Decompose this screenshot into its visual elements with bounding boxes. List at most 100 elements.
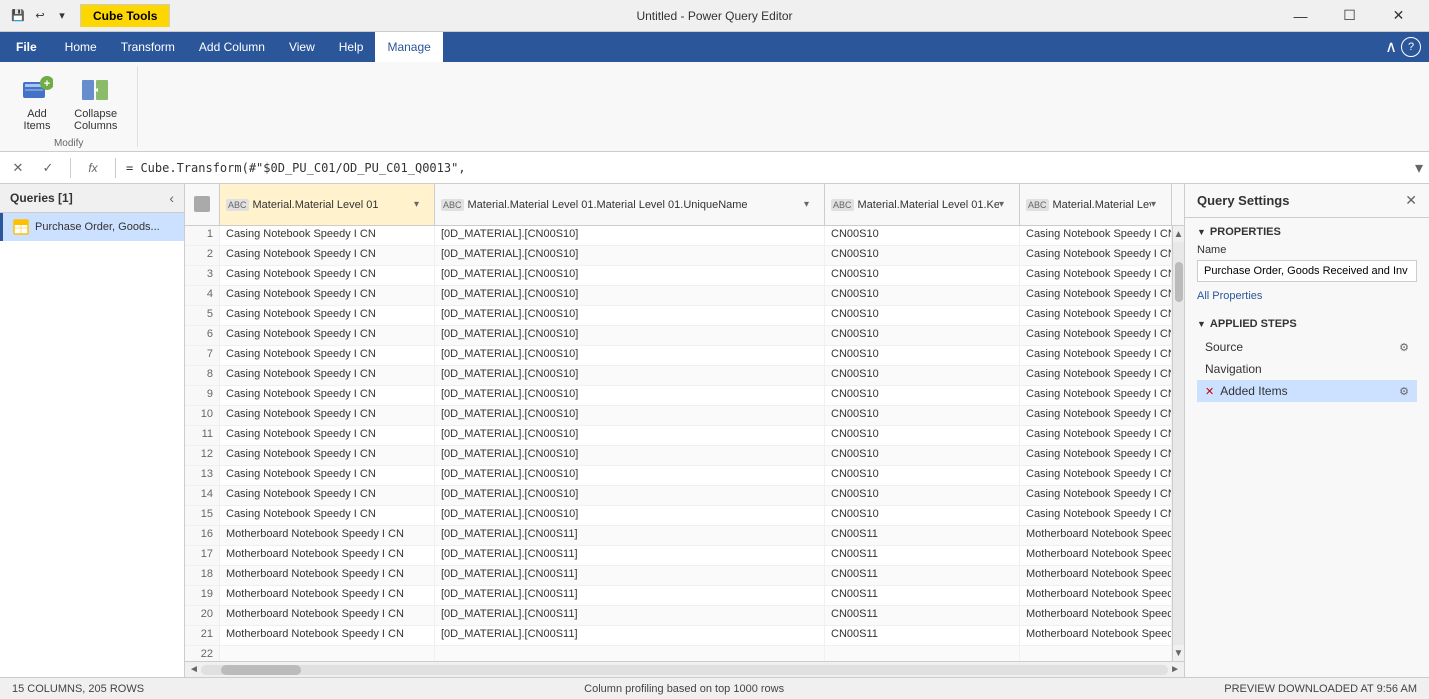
close-button[interactable]: ✕ — [1376, 1, 1421, 31]
help-menu[interactable]: Help — [327, 32, 376, 62]
h-scroll-track[interactable] — [201, 665, 1168, 675]
applied-step-item[interactable]: Source⚙ — [1197, 336, 1417, 358]
collapse-columns-button[interactable]: CollapseColumns — [66, 70, 125, 136]
table-row[interactable]: 8Casing Notebook Speedy I CN[0D_MATERIAL… — [185, 366, 1172, 386]
col-label-0: Material.Material Level 01 — [253, 199, 379, 211]
formula-separator — [70, 158, 71, 178]
table-cell: Motherboard Notebook Speec — [1020, 626, 1172, 645]
query-item[interactable]: Purchase Order, Goods... — [0, 213, 184, 241]
window-controls[interactable]: — ☐ ✕ — [1278, 1, 1421, 31]
undo-btn[interactable]: ↩ — [30, 6, 50, 26]
table-cell: CN00S10 — [825, 326, 1020, 345]
vertical-scrollbar[interactable]: ▲ ▼ — [1172, 226, 1184, 661]
settings-close-button[interactable]: ✕ — [1405, 192, 1417, 209]
table-cell: Casing Notebook Speedy I CN — [220, 346, 435, 365]
table-cell: Casing Notebook Speedy I CN — [220, 466, 435, 485]
table-cell: Casing Notebook Speedy I CN — [220, 406, 435, 425]
table-row[interactable]: 15Casing Notebook Speedy I CN[0D_MATERIA… — [185, 506, 1172, 526]
col-type-2: ABC — [831, 199, 854, 211]
table-row[interactable]: 11Casing Notebook Speedy I CN[0D_MATERIA… — [185, 426, 1172, 446]
table-row[interactable]: 22 — [185, 646, 1172, 661]
col-filter-2[interactable]: ▾ — [999, 199, 1013, 210]
query-name-input[interactable] — [1197, 260, 1417, 282]
table-row[interactable]: 17Motherboard Notebook Speedy I CN[0D_MA… — [185, 546, 1172, 566]
query-settings-panel: Query Settings ✕ PROPERTIES Name All Pro… — [1184, 184, 1429, 677]
table-row[interactable]: 3Casing Notebook Speedy I CN[0D_MATERIAL… — [185, 266, 1172, 286]
table-row[interactable]: 18Motherboard Notebook Speedy I CN[0D_MA… — [185, 566, 1172, 586]
table-row[interactable]: 12Casing Notebook Speedy I CN[0D_MATERIA… — [185, 446, 1172, 466]
horizontal-scrollbar[interactable]: ◄ ► — [185, 661, 1184, 677]
h-scroll-thumb[interactable] — [221, 665, 301, 675]
formula-cancel-button[interactable]: ✕ — [6, 156, 30, 180]
applied-step-item[interactable]: Navigation — [1197, 358, 1417, 380]
formula-fx-button[interactable]: fx — [81, 156, 105, 180]
col-filter-1[interactable]: ▾ — [804, 199, 818, 210]
table-row[interactable]: 21Motherboard Notebook Speedy I CN[0D_MA… — [185, 626, 1172, 646]
table-cell: [0D_MATERIAL].[CN00S10] — [435, 326, 825, 345]
properties-section: PROPERTIES Name All Properties — [1185, 218, 1429, 310]
row-number: 7 — [185, 346, 220, 365]
file-menu[interactable]: File — [0, 32, 53, 62]
manage-menu[interactable]: Manage — [375, 32, 442, 62]
col-filter-0[interactable]: ▾ — [414, 199, 428, 210]
formula-expand-button[interactable]: ▾ — [1415, 158, 1423, 178]
step-gear-icon[interactable]: ⚙ — [1399, 341, 1409, 354]
table-row[interactable]: 10Casing Notebook Speedy I CN[0D_MATERIA… — [185, 406, 1172, 426]
queries-collapse-button[interactable]: ‹ — [169, 190, 174, 206]
table-cell: CN00S10 — [825, 446, 1020, 465]
table-cell: Casing Notebook Speedy I CN — [1020, 506, 1172, 525]
applied-step-item[interactable]: ✕Added Items ⚙ — [1197, 380, 1417, 402]
scroll-right-arrow[interactable]: ► — [1168, 664, 1182, 675]
table-row[interactable]: 13Casing Notebook Speedy I CN[0D_MATERIA… — [185, 466, 1172, 486]
formula-confirm-button[interactable]: ✓ — [36, 156, 60, 180]
all-properties-link[interactable]: All Properties — [1197, 290, 1262, 302]
step-delete-icon[interactable]: ✕ — [1205, 385, 1214, 398]
scroll-down-arrow[interactable]: ▼ — [1173, 645, 1184, 661]
table-row[interactable]: 2Casing Notebook Speedy I CN[0D_MATERIAL… — [185, 246, 1172, 266]
add-items-button[interactable]: + AddItems — [12, 70, 62, 136]
col-filter-3[interactable]: ▾ — [1151, 199, 1165, 210]
collapse-columns-icon — [80, 74, 112, 106]
step-item-left: ✕Added Items — [1205, 384, 1288, 398]
column-header-3[interactable]: ABC Material.Material Level 01.M ▾ — [1020, 184, 1172, 225]
table-cell: [0D_MATERIAL].[CN00S11] — [435, 626, 825, 645]
applied-steps-section: APPLIED STEPS Source⚙Navigation✕Added It… — [1185, 310, 1429, 410]
cube-tools-tab[interactable]: Cube Tools — [80, 4, 170, 27]
column-header-1[interactable]: ABC Material.Material Level 01.Material … — [435, 184, 825, 225]
table-row[interactable]: 14Casing Notebook Speedy I CN[0D_MATERIA… — [185, 486, 1172, 506]
minimize-button[interactable]: — — [1278, 1, 1323, 31]
scroll-track[interactable] — [1173, 242, 1184, 645]
scroll-left-arrow[interactable]: ◄ — [187, 664, 201, 675]
table-row[interactable]: 19Motherboard Notebook Speedy I CN[0D_MA… — [185, 586, 1172, 606]
view-menu[interactable]: View — [277, 32, 327, 62]
quick-access-toolbar[interactable]: 💾 ↩ ▾ — [8, 6, 72, 26]
formula-input[interactable] — [126, 161, 1409, 175]
maximize-button[interactable]: ☐ — [1327, 1, 1372, 31]
table-row[interactable]: 6Casing Notebook Speedy I CN[0D_MATERIAL… — [185, 326, 1172, 346]
column-header-0[interactable]: ABC Material.Material Level 01 ▾ — [220, 184, 435, 225]
col-label-3: Material.Material Level 01.M — [1053, 199, 1151, 211]
scroll-thumb[interactable] — [1175, 262, 1183, 302]
table-row[interactable]: 5Casing Notebook Speedy I CN[0D_MATERIAL… — [185, 306, 1172, 326]
scroll-up-arrow[interactable]: ▲ — [1173, 226, 1184, 242]
step-gear-icon[interactable]: ⚙ — [1399, 385, 1409, 398]
help-icon[interactable]: ? — [1401, 37, 1421, 57]
table-row[interactable]: 7Casing Notebook Speedy I CN[0D_MATERIAL… — [185, 346, 1172, 366]
add-column-menu[interactable]: Add Column — [187, 32, 277, 62]
table-row[interactable]: 1Casing Notebook Speedy I CN[0D_MATERIAL… — [185, 226, 1172, 246]
status-bar: 15 COLUMNS, 205 ROWS Column profiling ba… — [0, 677, 1429, 699]
table-cell: Casing Notebook Speedy I CN — [220, 246, 435, 265]
table-row[interactable]: 20Motherboard Notebook Speedy I CN[0D_MA… — [185, 606, 1172, 626]
table-row[interactable]: 16Motherboard Notebook Speedy I CN[0D_MA… — [185, 526, 1172, 546]
dropdown-btn[interactable]: ▾ — [52, 6, 72, 26]
table-row[interactable]: 9Casing Notebook Speedy I CN[0D_MATERIAL… — [185, 386, 1172, 406]
save-btn[interactable]: 💾 — [8, 6, 28, 26]
column-header-2[interactable]: ABC Material.Material Level 01.Key ▾ — [825, 184, 1020, 225]
collapse-ribbon-btn[interactable]: ∧ — [1385, 37, 1397, 57]
table-row[interactable]: 4Casing Notebook Speedy I CN[0D_MATERIAL… — [185, 286, 1172, 306]
query-table-icon — [13, 219, 29, 235]
grid-body[interactable]: 1Casing Notebook Speedy I CN[0D_MATERIAL… — [185, 226, 1172, 661]
home-menu[interactable]: Home — [53, 32, 109, 62]
transform-menu[interactable]: Transform — [109, 32, 187, 62]
add-items-label: AddItems — [24, 108, 51, 132]
